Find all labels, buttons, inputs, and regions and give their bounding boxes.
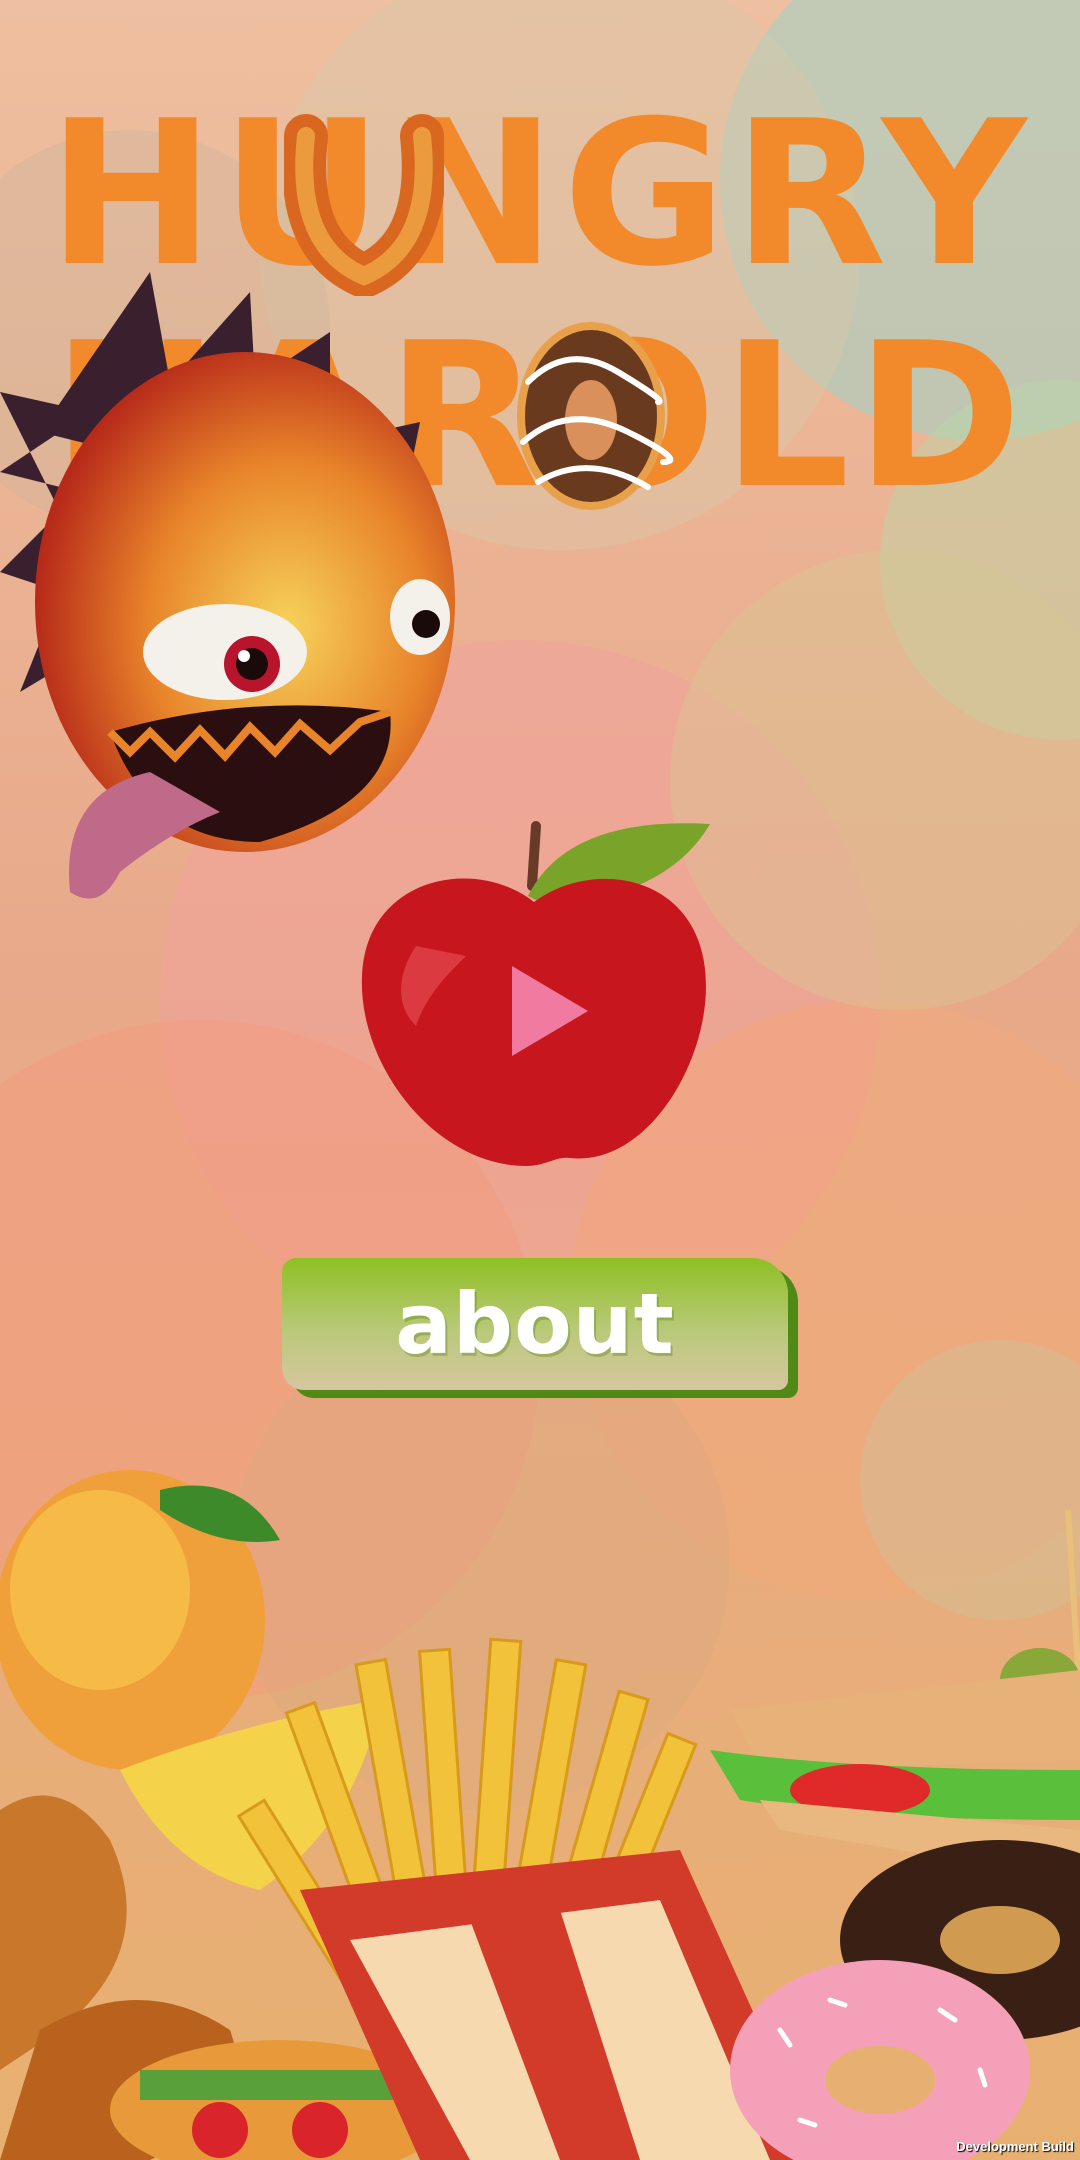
snack-ring-icon bbox=[284, 114, 444, 296]
sandwich-icon bbox=[710, 1509, 1080, 1880]
food-pile bbox=[0, 1470, 1080, 2160]
play-button[interactable] bbox=[356, 806, 712, 1178]
development-build-label: Development Build bbox=[956, 2139, 1074, 2154]
mango-icon bbox=[0, 1470, 280, 1770]
about-button[interactable]: about bbox=[282, 1258, 788, 1390]
apple-play-icon bbox=[361, 821, 710, 1166]
donut-icon bbox=[730, 1840, 1080, 2160]
donut-icon bbox=[517, 322, 674, 510]
about-button-label: about bbox=[395, 1275, 675, 1373]
